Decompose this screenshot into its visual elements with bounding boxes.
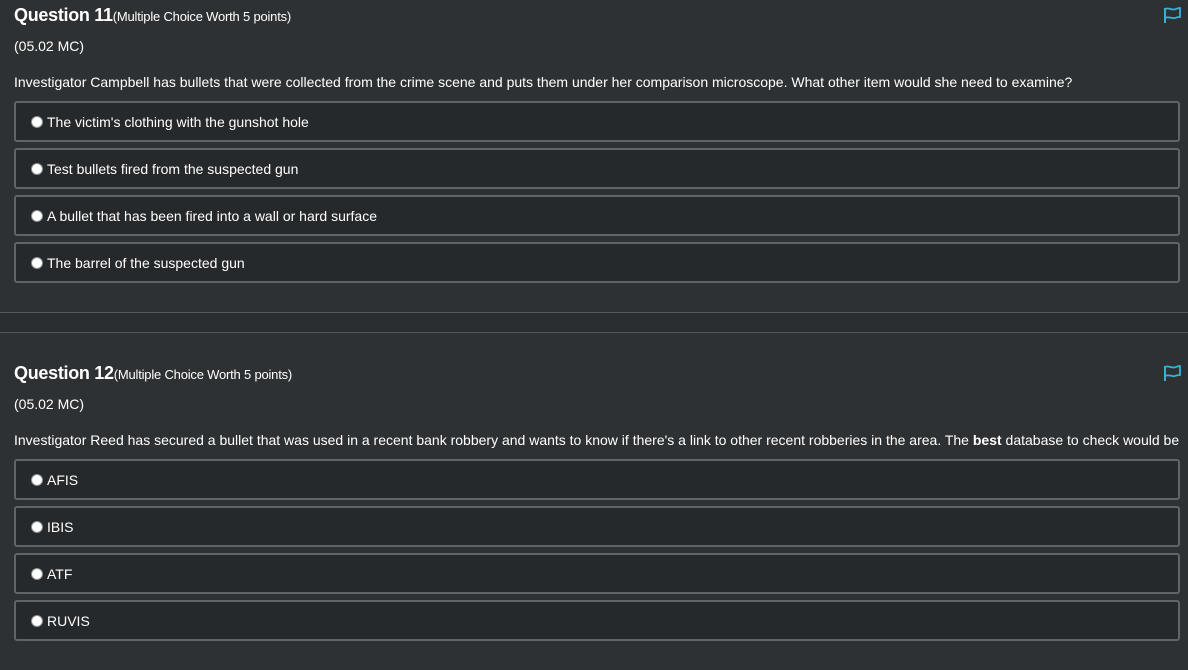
answer-options: The victim's clothing with the gunshot h…	[0, 101, 1188, 283]
answer-option[interactable]: IBIS	[14, 506, 1180, 547]
quiz-page: Question 11(Multiple Choice Worth 5 poin…	[0, 0, 1188, 670]
radio-button[interactable]	[31, 567, 43, 580]
prompt-emphasis: best	[972, 432, 1002, 448]
answer-option[interactable]: ATF	[14, 553, 1180, 594]
prompt-text-end: database to check would be	[1001, 432, 1180, 448]
question-prompt: Investigator Reed has secured a bullet t…	[0, 430, 1188, 450]
option-label: AFIS	[47, 471, 79, 488]
radio-button[interactable]	[31, 209, 43, 222]
answer-option[interactable]: Test bullets fired from the suspected gu…	[14, 148, 1180, 189]
option-label: A bullet that has been fired into a wall…	[47, 207, 377, 224]
question-11: Question 11(Multiple Choice Worth 5 poin…	[0, 0, 1188, 289]
question-points: (Multiple Choice Worth 5 points)	[113, 367, 293, 382]
question-points: (Multiple Choice Worth 5 points)	[112, 9, 292, 24]
question-divider	[0, 312, 1188, 333]
question-prompt: Investigator Campbell has bullets that w…	[14, 74, 1073, 90]
question-title: Question 12	[14, 363, 114, 383]
question-title: Question 11	[14, 5, 113, 25]
question-code: (05.02 MC)	[14, 38, 85, 54]
option-label: RUVIS	[47, 612, 90, 629]
option-label: Test bullets fired from the suspected gu…	[47, 160, 299, 177]
radio-button[interactable]	[31, 614, 43, 627]
answer-option[interactable]: RUVIS	[14, 600, 1180, 641]
question-code: (05.02 MC)	[14, 396, 85, 412]
radio-button[interactable]	[31, 256, 43, 269]
flag-icon[interactable]	[1162, 6, 1182, 24]
question-header: Question 12(Multiple Choice Worth 5 poin…	[0, 358, 1188, 390]
question-header: Question 11(Multiple Choice Worth 5 poin…	[0, 0, 1188, 32]
answer-option[interactable]: The victim's clothing with the gunshot h…	[14, 101, 1180, 142]
answer-option[interactable]: A bullet that has been fired into a wall…	[14, 195, 1180, 236]
radio-button[interactable]	[31, 473, 43, 486]
flag-icon[interactable]	[1162, 364, 1182, 382]
answer-option[interactable]: AFIS	[14, 459, 1180, 500]
option-label: ATF	[47, 565, 73, 582]
answer-option[interactable]: The barrel of the suspected gun	[14, 242, 1180, 283]
option-label: IBIS	[47, 518, 74, 535]
answer-options: AFIS IBIS ATF RUVIS	[0, 459, 1188, 641]
question-12: Question 12(Multiple Choice Worth 5 poin…	[0, 358, 1188, 647]
radio-button[interactable]	[31, 115, 43, 128]
prompt-text: Investigator Reed has secured a bullet t…	[14, 432, 973, 448]
radio-button[interactable]	[31, 520, 43, 533]
option-label: The victim's clothing with the gunshot h…	[47, 113, 309, 130]
option-label: The barrel of the suspected gun	[47, 254, 245, 271]
radio-button[interactable]	[31, 162, 43, 175]
